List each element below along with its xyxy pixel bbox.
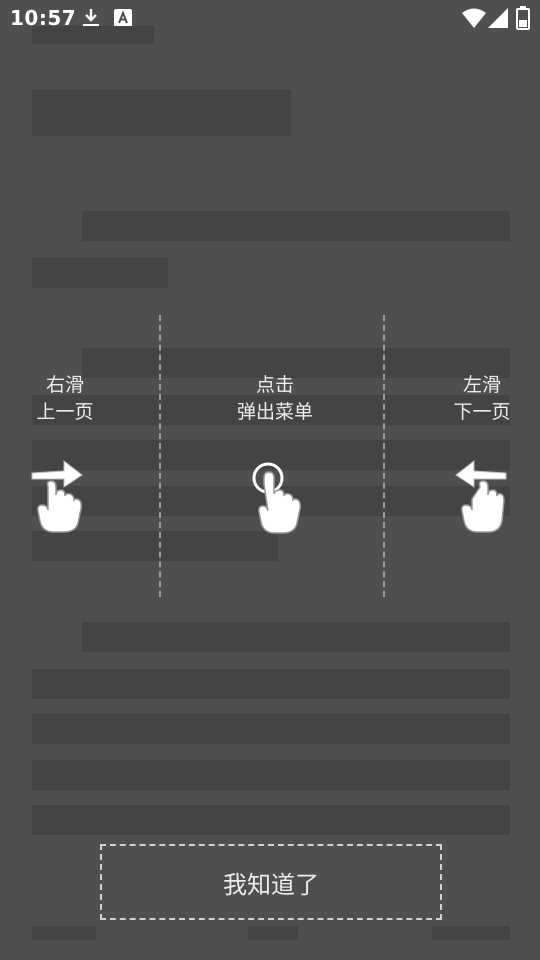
cellular-signal-icon — [488, 8, 508, 32]
guide-right-line1: 左滑 — [462, 374, 501, 396]
skeleton-bar — [82, 622, 510, 652]
got-it-button-label: 我知道了 — [223, 870, 319, 899]
battery-icon — [516, 6, 530, 34]
skeleton-bar — [32, 714, 510, 744]
guide-right-line2: 下一页 — [453, 401, 511, 423]
swipe-left-hand-icon — [452, 455, 508, 539]
guide-previous-page[interactable]: 右滑 上一页 — [10, 372, 120, 426]
skeleton-bar — [32, 926, 96, 940]
skeleton-bar — [32, 805, 510, 835]
guide-left-line2: 上一页 — [36, 401, 94, 423]
guide-center-line1: 点击 — [255, 374, 294, 396]
tap-hand-icon — [250, 460, 306, 540]
skeleton-bar — [32, 258, 168, 288]
reader-guide-overlay: 10:57 右滑 上一页 点击 弹出菜单 左滑 下一页 我知道了 — [0, 0, 540, 960]
divider-left — [159, 315, 161, 597]
wifi-icon — [462, 8, 486, 32]
skeleton-bar — [32, 90, 291, 136]
guide-center-line2: 弹出菜单 — [236, 401, 313, 423]
skeleton-bar — [248, 926, 298, 940]
swipe-right-hand-icon — [30, 455, 86, 539]
guide-next-page[interactable]: 左滑 下一页 — [430, 372, 534, 426]
skeleton-bar — [82, 211, 510, 241]
skeleton-bar — [32, 26, 154, 44]
got-it-button[interactable]: 我知道了 — [100, 844, 442, 920]
skeleton-bar — [432, 926, 510, 940]
skeleton-bar — [32, 760, 510, 790]
guide-left-line1: 右滑 — [45, 374, 84, 396]
skeleton-bar — [32, 669, 510, 699]
guide-show-menu[interactable]: 点击 弹出菜单 — [215, 372, 335, 426]
divider-right — [383, 315, 385, 597]
